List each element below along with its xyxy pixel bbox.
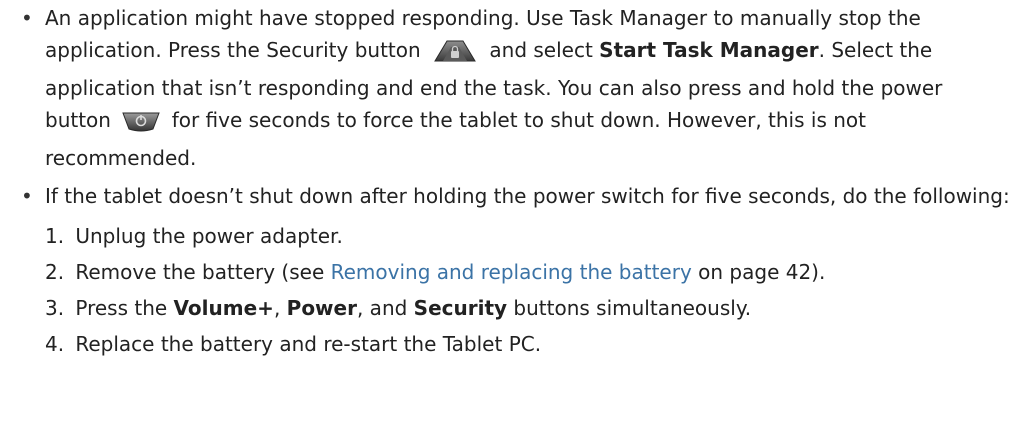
bullet-text-segment: and select [489,38,593,62]
steps-list: 1. Unplug the power adapter. 2. Remove t… [0,218,1022,362]
document-page: • An application might have stopped resp… [0,0,1022,428]
power-button-icon [121,109,161,142]
removing-battery-link[interactable]: Removing and replacing the battery [331,260,692,284]
step-text: Replace the battery and re-start the Tab… [75,332,542,356]
step-item: 1. Unplug the power adapter. [45,218,1022,254]
start-task-manager-label: Start Task Manager [599,38,819,62]
step-text: , and [356,296,414,320]
step-text: Press the [75,296,174,320]
bullet-marker: • [21,6,33,30]
step-text: Unplug the power adapter. [75,224,343,248]
bullet-paragraph: An application might have stopped respon… [45,2,1014,174]
step-text: , [273,296,287,320]
step-item: 2. Remove the battery (see Removing and … [45,254,1022,290]
step-item: 4. Replace the battery and re-start the … [45,326,1022,362]
step-number: 2. [45,260,65,284]
bullet-text-segment: for five seconds to force the tablet to … [45,108,866,170]
step-item: 3. Press the Volume+, Power, and Securit… [45,290,1022,326]
bullet-item-force-shutdown: • If the tablet doesn’t shut down after … [0,180,1022,212]
security-button-icon [431,37,479,72]
step-number: 3. [45,296,65,320]
step-text: Remove the battery (see [75,260,331,284]
step-number: 1. [45,224,65,248]
volume-plus-label: Volume+ [173,296,274,320]
step-text: buttons simultaneously. [507,296,752,320]
step-number: 4. [45,332,65,356]
security-label: Security [413,296,508,320]
bullet-item-unresponsive-app: • An application might have stopped resp… [0,2,1022,174]
bullet-paragraph: If the tablet doesn’t shut down after ho… [45,184,1010,208]
power-label: Power [286,296,357,320]
step-text: on page 42). [691,260,826,284]
bullet-marker: • [21,184,33,208]
